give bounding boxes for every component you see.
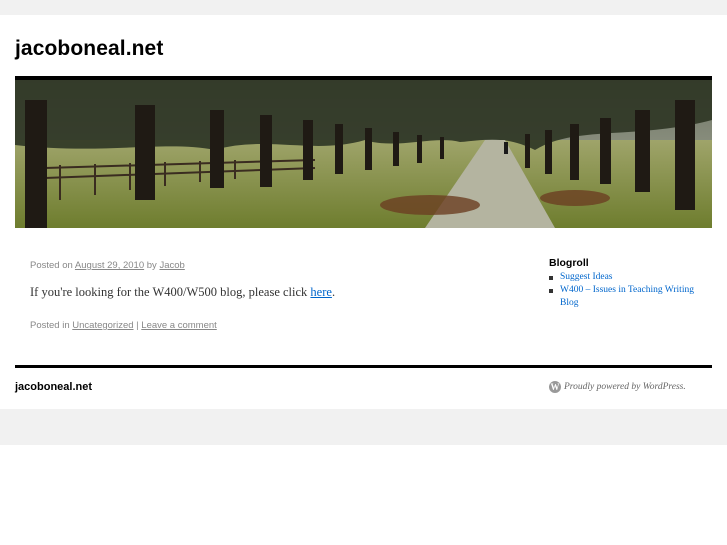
footer-site-title-link[interactable]: jacoboneal.net (15, 381, 92, 393)
w400-blog-link[interactable]: here (310, 285, 332, 299)
footer-divider (15, 365, 712, 368)
powered-by-wordpress-link[interactable]: W Proudly powered by WordPress. (549, 381, 686, 393)
blogroll-title: Blogroll (549, 257, 589, 269)
header-banner-image (15, 80, 712, 228)
blogroll-item: W400 – Issues in Teaching Writing Blog (549, 284, 714, 310)
posted-in-label: Posted in (30, 320, 70, 331)
blogroll-item: Suggest Ideas (549, 271, 714, 284)
post-author-link[interactable]: Jacob (159, 260, 184, 271)
post-content-text: If you're looking for the W400/W500 blog… (30, 285, 308, 299)
page-wrapper: jacoboneal.net Posted on August 29, 2010… (0, 15, 727, 409)
by-label: by (146, 260, 157, 271)
leave-comment-link[interactable]: Leave a comment (141, 320, 217, 331)
post-content: If you're looking for the W400/W500 blog… (30, 285, 335, 300)
sidebar: Blogroll Suggest Ideas W400 – Issues in … (549, 257, 714, 310)
w400-issues-blog-link[interactable]: W400 – Issues in Teaching Writing Blog (560, 285, 694, 308)
post-content-suffix: . (331, 285, 336, 299)
category-link[interactable]: Uncategorized (72, 320, 133, 331)
blogroll-list: Suggest Ideas W400 – Issues in Teaching … (549, 271, 714, 310)
post-utility-links: Posted in Uncategorized | Leave a commen… (30, 320, 217, 331)
post-meta: Posted on August 29, 2010 by Jacob (30, 260, 185, 271)
site-title-link[interactable]: jacoboneal.net (15, 37, 163, 61)
meta-separator: | (136, 320, 139, 331)
wordpress-icon: W (549, 381, 561, 393)
suggest-ideas-link[interactable]: Suggest Ideas (560, 272, 613, 282)
powered-by-text: Proudly powered by WordPress. (564, 382, 686, 392)
posted-on-label: Posted on (30, 260, 73, 271)
post-date-link[interactable]: August 29, 2010 (75, 260, 144, 271)
